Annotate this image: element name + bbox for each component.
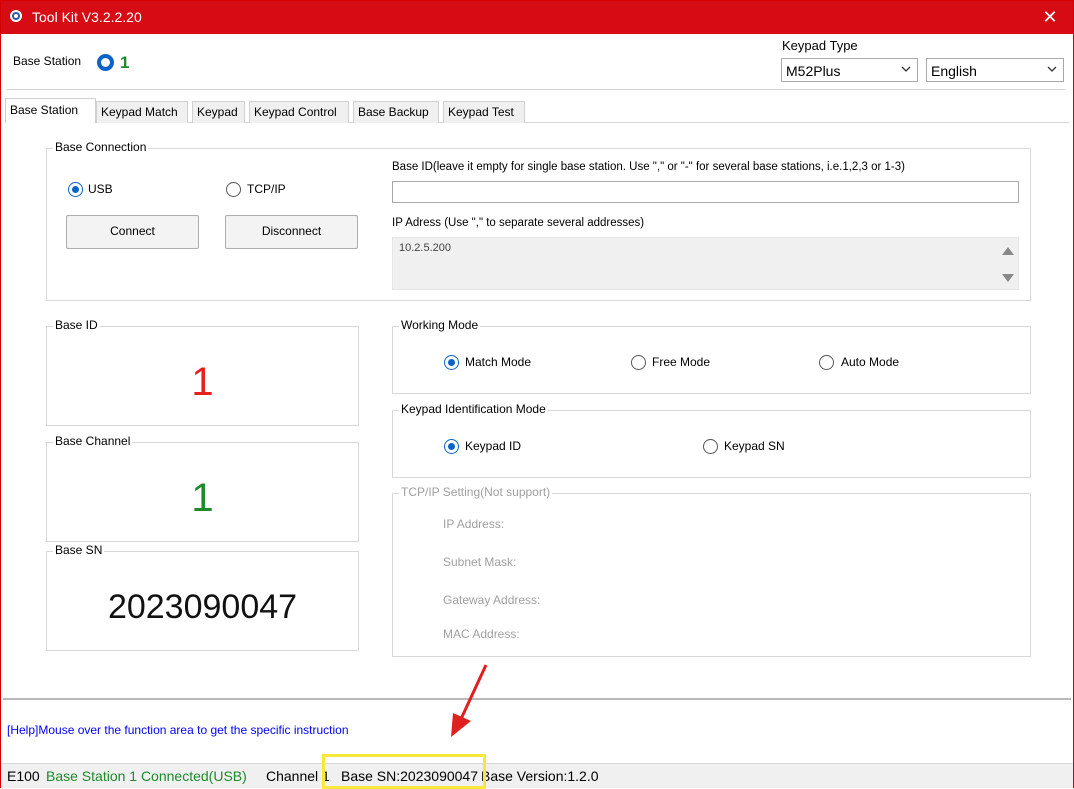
status-base-version: Base Version:1.2.0 bbox=[481, 768, 599, 784]
language-select[interactable]: English bbox=[926, 58, 1064, 82]
tcpip-label: TCP/IP bbox=[247, 182, 286, 196]
annotation-arrow-icon bbox=[451, 664, 488, 737]
ip-address-label: IP Address: bbox=[443, 517, 505, 531]
keypad-id-label: Keypad ID bbox=[465, 439, 522, 453]
base-station-number: 1 bbox=[120, 53, 130, 72]
base-channel-title: Base Channel bbox=[53, 434, 133, 448]
close-button[interactable]: ✕ bbox=[1027, 1, 1073, 34]
keypad-id-radio[interactable] bbox=[444, 439, 459, 454]
match-mode-label: Match Mode bbox=[465, 355, 532, 369]
usb-radio[interactable] bbox=[68, 182, 83, 197]
working-mode-title: Working Mode bbox=[399, 318, 481, 332]
status-model: E100 bbox=[7, 768, 40, 784]
tcpip-radio[interactable] bbox=[226, 182, 241, 197]
base-id-title: Base ID bbox=[53, 318, 100, 332]
base-id-input[interactable] bbox=[392, 181, 1019, 203]
scroll-down-icon[interactable] bbox=[1002, 274, 1014, 282]
tcpip-setting-group: TCP/IP Setting(Not support) IP Address: … bbox=[392, 485, 1031, 657]
tab-base-backup[interactable]: Base Backup bbox=[353, 101, 439, 123]
header-divider bbox=[7, 89, 1065, 90]
base-id-hint: Base ID(leave it empty for single base s… bbox=[392, 161, 905, 173]
base-connection-title: Base Connection bbox=[53, 140, 149, 154]
tab-keypad-test[interactable]: Keypad Test bbox=[443, 101, 525, 123]
tab-keypad[interactable]: Keypad bbox=[192, 101, 245, 123]
app-gear-icon bbox=[10, 10, 22, 22]
status-channel: Channel 1 bbox=[266, 768, 330, 784]
gateway-address-label: Gateway Address: bbox=[443, 593, 541, 607]
free-mode-label: Free Mode bbox=[652, 355, 711, 369]
tcpip-setting-title: TCP/IP Setting(Not support) bbox=[399, 485, 553, 499]
base-connection-group: Base Connection USB TCP/IP Connect Disco… bbox=[46, 140, 1031, 301]
base-sn-title: Base SN bbox=[53, 543, 105, 557]
auto-mode-radio[interactable] bbox=[819, 355, 834, 370]
status-bar: E100 Base Station 1 Connected(USB) Chann… bbox=[1, 763, 1073, 788]
status-connection: Base Station 1 Connected(USB) bbox=[46, 768, 247, 784]
tab-keypad-match[interactable]: Keypad Match bbox=[96, 101, 188, 123]
keypad-type-label: Keypad Type bbox=[782, 38, 858, 53]
window-title: Tool Kit V3.2.2.20 bbox=[32, 9, 142, 25]
language-value: English bbox=[931, 63, 977, 79]
ip-address-value: 10.2.5.200 bbox=[399, 242, 451, 254]
keypad-sn-radio[interactable] bbox=[703, 439, 718, 454]
mac-address-label: MAC Address: bbox=[443, 627, 520, 641]
ip-address-textarea[interactable]: 10.2.5.200 bbox=[392, 237, 1019, 290]
chevron-down-icon bbox=[901, 66, 911, 72]
disconnect-button[interactable]: Disconnect bbox=[225, 215, 358, 249]
usb-label: USB bbox=[88, 182, 113, 196]
help-panel: [Help]Mouse over the function area to ge… bbox=[3, 698, 1071, 762]
title-bar: Tool Kit V3.2.2.20 ✕ bbox=[1, 1, 1073, 34]
base-station-label: Base Station bbox=[13, 54, 82, 68]
scroll-up-icon[interactable] bbox=[1002, 247, 1014, 255]
auto-mode-label: Auto Mode bbox=[841, 355, 900, 369]
keypad-type-select[interactable]: M52Plus bbox=[781, 58, 918, 82]
annotation-highlight-box bbox=[322, 754, 486, 789]
tab-base-station[interactable]: Base Station bbox=[5, 98, 96, 123]
app-window: Tool Kit V3.2.2.20 ✕ Base Station 1 Keyp… bbox=[0, 0, 1074, 789]
match-mode-radio[interactable] bbox=[444, 355, 459, 370]
base-sn-group: Base SN 2023090047 bbox=[46, 543, 359, 651]
help-text: [Help]Mouse over the function area to ge… bbox=[7, 723, 349, 737]
keypad-id-mode-group: Keypad Identification Mode Keypad ID Key… bbox=[392, 402, 1031, 478]
base-channel-group: Base Channel 1 bbox=[46, 434, 359, 542]
connect-button[interactable]: Connect bbox=[66, 215, 199, 249]
keypad-id-mode-title: Keypad Identification Mode bbox=[399, 402, 548, 416]
base-channel-value: 1 bbox=[191, 476, 214, 520]
base-sn-value: 2023090047 bbox=[107, 588, 298, 626]
chevron-down-icon bbox=[1047, 66, 1057, 72]
keypad-sn-label: Keypad SN bbox=[724, 439, 785, 453]
subnet-mask-label: Subnet Mask: bbox=[443, 555, 517, 569]
base-id-group: Base ID 1 bbox=[46, 318, 359, 426]
keypad-type-value: M52Plus bbox=[786, 63, 841, 79]
working-mode-group: Working Mode Match Mode Free Mode Auto M… bbox=[392, 318, 1031, 394]
base-station-indicator bbox=[97, 54, 114, 71]
ip-address-hint: IP Adress (Use "," to separate several a… bbox=[392, 217, 645, 229]
base-id-value: 1 bbox=[191, 360, 214, 404]
free-mode-radio[interactable] bbox=[631, 355, 646, 370]
tab-keypad-control[interactable]: Keypad Control bbox=[249, 101, 349, 123]
